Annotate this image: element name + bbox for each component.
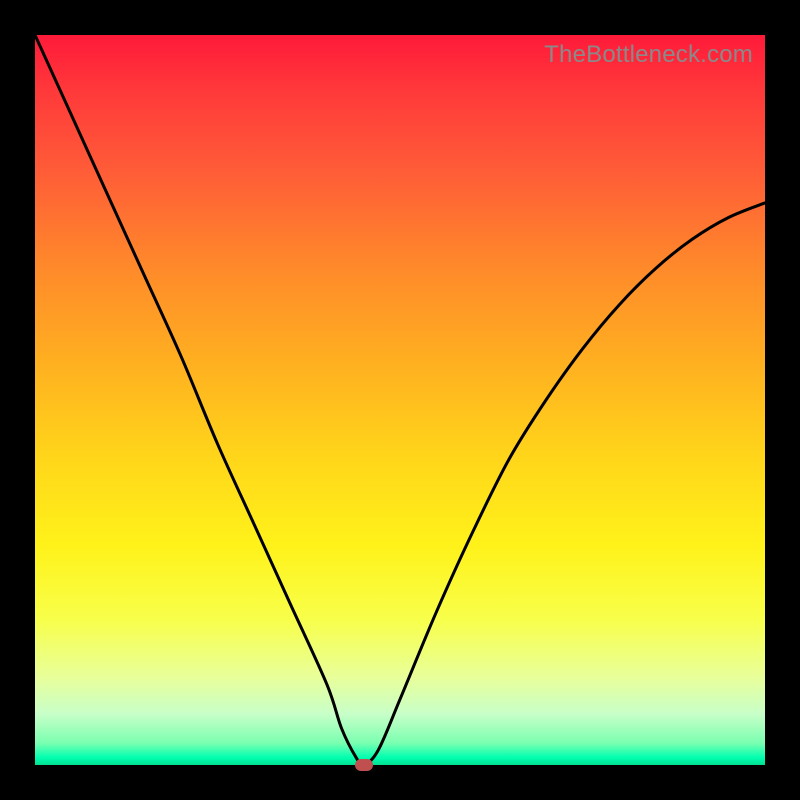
bottleneck-curve [35,35,765,765]
optimal-point-marker [355,759,373,771]
curve-layer [35,35,765,765]
plot-area: TheBottleneck.com [35,35,765,765]
chart-frame: TheBottleneck.com [0,0,800,800]
